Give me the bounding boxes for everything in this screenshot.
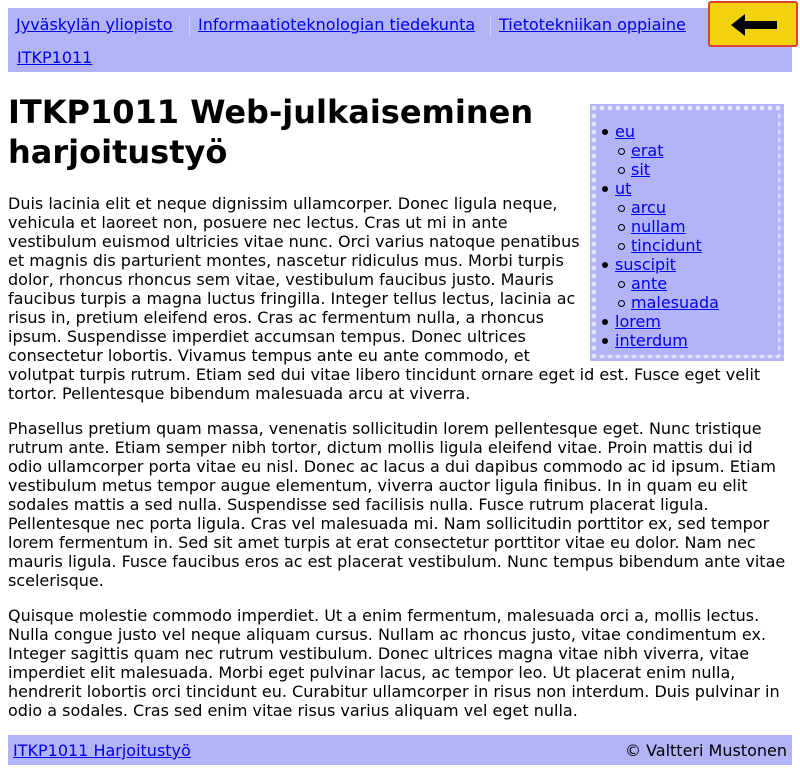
paragraph-line: et magnis dis parturient montes, nascetu…: [8, 251, 564, 270]
top-navigation: Jyväskylän yliopisto Informaatioteknolog…: [8, 8, 792, 72]
toc-item: erat: [590, 141, 719, 160]
paragraph-line: Integer sagittis quam nec rutrum vestibu…: [8, 644, 750, 663]
toc-link-sit[interactable]: sit: [631, 160, 650, 179]
paragraph-line: Quisque molestie commodo imperdiet. Ut a…: [8, 606, 760, 625]
breadcrumb-department[interactable]: Tietotekniikan oppiaine: [499, 15, 686, 34]
page-title-line: harjoitustyö: [8, 133, 228, 171]
footer: ITKP1011 Harjoitustyö © Valtteri Mustone…: [8, 735, 792, 765]
paragraph-line: rutrum ante. Etiam semper nibh tortor, d…: [8, 438, 753, 457]
paragraph-line: vestibulum euismod ultricies vitae nunc.…: [8, 232, 580, 251]
breadcrumb-faculty[interactable]: Informaatioteknologian tiedekunta: [198, 15, 475, 34]
toc-item: eu: [590, 122, 719, 141]
paragraph-line: Pellentesque nec porta ligula. Cras vel …: [8, 514, 770, 533]
paragraph-line: odio ullamcorper porta vitae eu nisl. Do…: [8, 457, 777, 476]
paragraph-line: ipsum. Suspendisse imperdiet accumsan te…: [8, 327, 526, 346]
paragraph-line: mauris ligula. Fusce faucibus eros ac es…: [8, 552, 786, 571]
footer-link[interactable]: ITKP1011 Harjoitustyö: [13, 741, 191, 760]
paragraph-line: Nulla congue justo vel neque aliquam cur…: [8, 625, 767, 644]
arrow-left-icon: [731, 14, 777, 36]
paragraph-line: odio a sodales. Cras sed enim vitae risu…: [8, 701, 578, 720]
paragraph-line: imperdiet elit malesuada. Morbi eget pul…: [8, 663, 736, 682]
paragraph-line: scelerisque.: [8, 571, 104, 590]
paragraph-line: Duis lacinia elit et neque dignissim ull…: [8, 194, 558, 213]
toc-item: sit: [590, 160, 719, 179]
breadcrumb-separator: [490, 15, 491, 36]
breadcrumb-separator: [189, 15, 190, 36]
back-button[interactable]: [708, 1, 798, 47]
paragraph-line: vestibulum metus tempor augue elementum,…: [8, 476, 748, 495]
paragraph: Duis lacinia elit et neque dignissim ull…: [8, 194, 760, 403]
paragraph-line: consectetur lobortis. Vivamus tempus ant…: [8, 346, 530, 365]
paragraph-line: lorem fermentum in. Sed sit amet turpis …: [8, 533, 756, 552]
toc-link-eu[interactable]: eu: [615, 122, 635, 141]
paragraph-line: volutpat turpis rutrum. Etiam sed dui vi…: [8, 365, 761, 384]
paragraph-line: hendrerit lobortis orci tincidunt eu. Cu…: [8, 682, 780, 701]
paragraph-line: Phasellus pretium quam massa, venenatis …: [8, 419, 762, 438]
toc-link-erat[interactable]: erat: [631, 141, 664, 160]
paragraph-line: vehicula et laoreet non, posuere nec lec…: [8, 213, 508, 232]
paragraph-line: tortor. Pellentesque bibendum malesuada …: [8, 384, 471, 403]
course-link[interactable]: ITKP1011: [17, 48, 92, 67]
paragraph-line: faucibus turpis a magna luctus fringilla…: [8, 289, 576, 308]
paragraph-line: dolor, rhoncus rhoncus sem vitae, vestib…: [8, 270, 554, 289]
paragraph-line: sodales mattis a sed nulla. Suspendisse …: [8, 495, 709, 514]
page-title: ITKP1011 Web-julkaiseminen harjoitustyö: [8, 92, 578, 172]
footer-copyright: © Valtteri Mustonen: [624, 741, 787, 760]
breadcrumb-university[interactable]: Jyväskylän yliopisto: [16, 15, 173, 34]
paragraph: Phasellus pretium quam massa, venenatis …: [8, 419, 785, 590]
paragraph-line: risus in, pretium eleifend eros. Cras ac…: [8, 308, 545, 327]
paragraph: Quisque molestie commodo imperdiet. Ut a…: [8, 606, 780, 720]
page-title-line: ITKP1011 Web-julkaiseminen: [8, 93, 534, 131]
